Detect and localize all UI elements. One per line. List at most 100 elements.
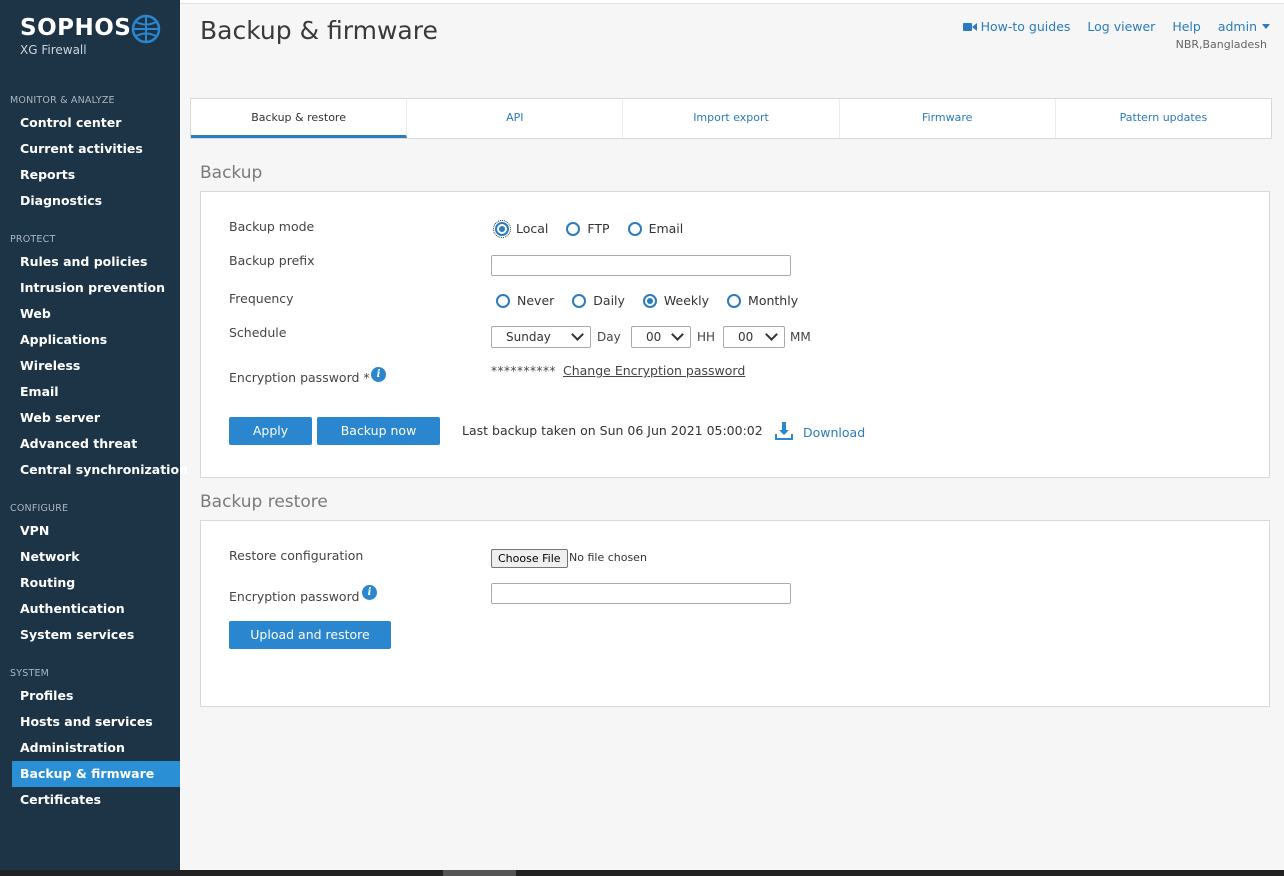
top-border bbox=[180, 0, 1284, 4]
backup-prefix-label: Backup prefix bbox=[229, 253, 315, 268]
sidebar-item-diagnostics[interactable]: Diagnostics bbox=[12, 188, 180, 214]
encryption-password-label: Encryption password * bbox=[229, 370, 370, 385]
horizontal-scrollbar[interactable] bbox=[0, 870, 1284, 876]
radio-daily[interactable]: Daily bbox=[572, 293, 625, 308]
chevron-down-icon bbox=[671, 328, 684, 341]
backup-prefix-input[interactable] bbox=[491, 255, 791, 276]
tab-api[interactable]: API bbox=[407, 99, 624, 138]
radio-email[interactable]: Email bbox=[627, 221, 684, 236]
upload-restore-button[interactable]: Upload and restore bbox=[229, 621, 391, 649]
brand-product: XG Firewall bbox=[20, 43, 87, 57]
radio-dot bbox=[627, 221, 642, 236]
howto-link[interactable]: How-to guides bbox=[962, 19, 1071, 34]
restore-encryption-input[interactable] bbox=[491, 583, 791, 604]
last-backup-text: Last backup taken on Sun 06 Jun 2021 05:… bbox=[462, 423, 763, 438]
sidebar-item-rules-policies[interactable]: Rules and policies bbox=[12, 249, 180, 275]
sidebar-item-web[interactable]: Web bbox=[12, 301, 180, 327]
video-camera-icon bbox=[962, 23, 977, 31]
download-link[interactable]: Download bbox=[803, 425, 865, 440]
sidebar-item-hosts-services[interactable]: Hosts and services bbox=[12, 709, 180, 735]
minute-unit-label: MM bbox=[790, 330, 811, 344]
sidebar-item-network[interactable]: Network bbox=[12, 544, 180, 570]
sidebar-item-applications[interactable]: Applications bbox=[12, 327, 180, 353]
apply-button[interactable]: Apply bbox=[229, 417, 312, 445]
hour-unit-label: HH bbox=[697, 330, 716, 344]
sidebar-item-advanced-threat[interactable]: Advanced threat bbox=[12, 431, 180, 457]
tab-backup-restore[interactable]: Backup & restore bbox=[191, 99, 408, 138]
tab-firmware[interactable]: Firmware bbox=[840, 99, 1056, 138]
radio-dot bbox=[493, 219, 511, 238]
globe-icon bbox=[131, 14, 161, 44]
radio-ftp[interactable]: FTP bbox=[566, 221, 610, 236]
sidebar-item-intrusion-prevention[interactable]: Intrusion prevention bbox=[12, 275, 180, 301]
schedule-minute-select[interactable]: 00 bbox=[723, 326, 785, 348]
radio-dot bbox=[566, 221, 581, 236]
radio-dot bbox=[572, 293, 587, 308]
backup-now-button[interactable]: Backup now bbox=[317, 417, 440, 445]
restore-section-title: Backup restore bbox=[200, 492, 328, 512]
sidebar-item-administration[interactable]: Administration bbox=[12, 735, 180, 761]
log-viewer-link[interactable]: Log viewer bbox=[1087, 19, 1155, 34]
download-icon[interactable] bbox=[774, 421, 794, 441]
frequency-label: Frequency bbox=[229, 291, 294, 306]
sidebar-item-email[interactable]: Email bbox=[12, 379, 180, 405]
radio-label: Weekly bbox=[663, 293, 710, 308]
choose-file-button[interactable]: Choose File bbox=[491, 549, 568, 568]
radio-label: Never bbox=[517, 293, 555, 308]
radio-monthly[interactable]: Monthly bbox=[727, 293, 798, 308]
sidebar-item-current-activities[interactable]: Current activities bbox=[12, 136, 180, 162]
frequency-group: Never Daily Weekly Monthly bbox=[496, 293, 816, 308]
sidebar-item-routing[interactable]: Routing bbox=[12, 570, 180, 596]
sidebar-item-vpn[interactable]: VPN bbox=[12, 518, 180, 544]
radio-never[interactable]: Never bbox=[496, 293, 554, 308]
info-icon[interactable]: i bbox=[362, 585, 377, 600]
restore-encryption-label: Encryption password bbox=[229, 589, 360, 604]
radio-dot bbox=[496, 293, 510, 308]
sidebar-item-profiles[interactable]: Profiles bbox=[12, 683, 180, 709]
select-value: Sunday bbox=[506, 330, 551, 344]
info-icon[interactable]: i bbox=[371, 367, 386, 382]
encryption-password-masked: ********** bbox=[491, 364, 556, 378]
radio-label: Monthly bbox=[748, 293, 799, 308]
schedule-day-select[interactable]: Sunday bbox=[491, 326, 591, 348]
nav-section-configure: CONFIGURE bbox=[10, 503, 69, 514]
sidebar-item-reports[interactable]: Reports bbox=[12, 162, 180, 188]
sidebar-item-central-sync[interactable]: Central synchronization bbox=[12, 457, 188, 483]
schedule-label: Schedule bbox=[229, 325, 287, 340]
sidebar-item-control-center[interactable]: Control center bbox=[12, 110, 180, 136]
user-menu[interactable]: admin bbox=[1218, 19, 1270, 34]
sidebar-item-backup-firmware[interactable]: Backup & firmware bbox=[12, 761, 180, 787]
nav-section-system: SYSTEM bbox=[10, 668, 50, 679]
nav-section-protect: PROTECT bbox=[10, 234, 56, 245]
user-name: admin bbox=[1217, 19, 1257, 34]
sidebar-item-web-server[interactable]: Web server bbox=[12, 405, 180, 431]
location-label: NBR,Bangladesh bbox=[1175, 38, 1267, 51]
sidebar-item-authentication[interactable]: Authentication bbox=[12, 596, 180, 622]
radio-dot bbox=[727, 293, 742, 308]
tab-pattern-updates[interactable]: Pattern updates bbox=[1056, 99, 1271, 138]
schedule-hour-select[interactable]: 00 bbox=[631, 326, 691, 348]
sidebar: SOPHOS XG Firewall MONITOR & ANALYZE Con… bbox=[0, 0, 188, 870]
radio-label: Email bbox=[648, 221, 684, 236]
scrollbar-thumb[interactable] bbox=[443, 870, 516, 876]
sidebar-item-wireless[interactable]: Wireless bbox=[12, 353, 180, 379]
radio-weekly[interactable]: Weekly bbox=[642, 293, 710, 308]
radio-local[interactable]: Local bbox=[493, 219, 548, 238]
change-encryption-link[interactable]: Change Encryption password bbox=[563, 363, 745, 378]
sidebar-item-system-services[interactable]: System services bbox=[12, 622, 180, 648]
no-file-text: No file chosen bbox=[569, 551, 647, 564]
radio-label: Daily bbox=[593, 293, 625, 308]
tab-import-export[interactable]: Import export bbox=[623, 99, 840, 138]
nav-section-monitor: MONITOR & ANALYZE bbox=[10, 95, 115, 106]
brand-name: SOPHOS bbox=[20, 15, 132, 41]
select-value: 00 bbox=[646, 330, 662, 344]
help-link[interactable]: Help bbox=[1172, 19, 1201, 34]
header-links: How-to guides Log viewer Help admin bbox=[962, 19, 1270, 34]
backup-mode-label: Backup mode bbox=[229, 219, 315, 234]
chevron-down-icon bbox=[1262, 24, 1270, 29]
chevron-down-icon bbox=[571, 328, 584, 341]
brand: SOPHOS XG Firewall bbox=[20, 14, 131, 57]
howto-label: How-to guides bbox=[980, 19, 1071, 34]
tab-bar: Backup & restore API Import export Firmw… bbox=[190, 98, 1272, 139]
sidebar-item-certificates[interactable]: Certificates bbox=[12, 787, 180, 813]
